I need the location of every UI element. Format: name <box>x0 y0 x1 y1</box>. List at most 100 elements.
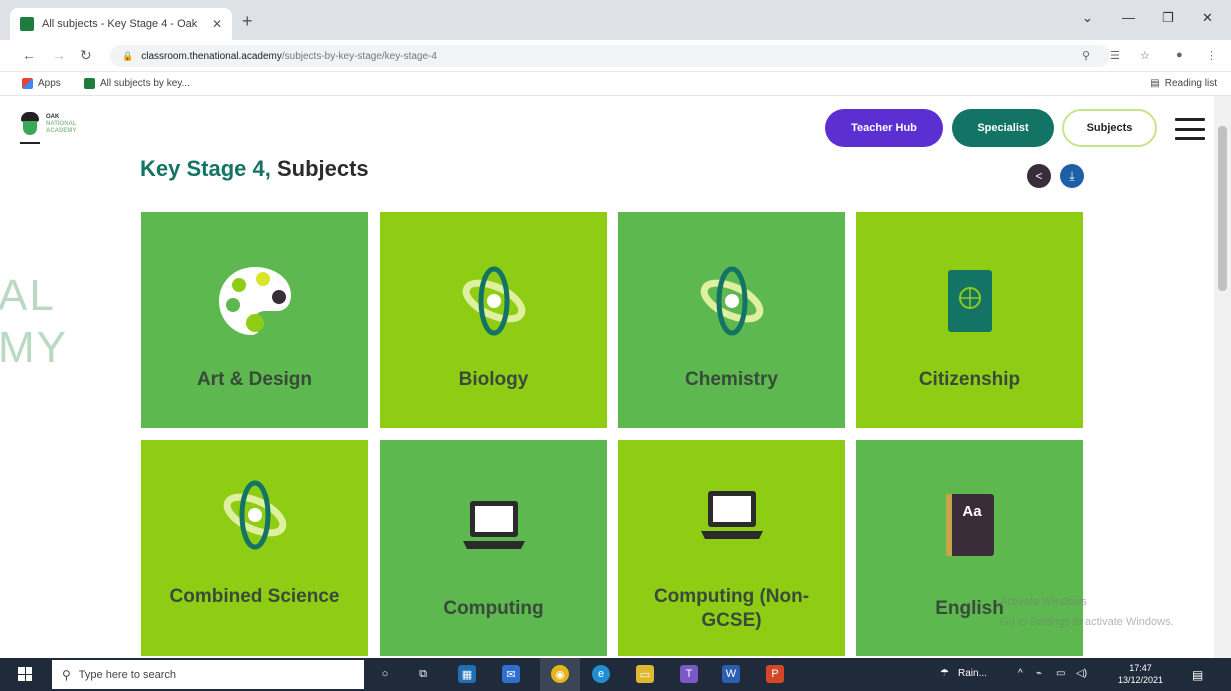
apps-grid-icon <box>22 78 33 89</box>
bookmark-star-icon[interactable]: ☆ <box>1140 49 1150 62</box>
atom-icon <box>687 256 777 346</box>
file-explorer-icon[interactable]: ▭ <box>636 665 654 683</box>
battery-icon[interactable]: ▭ <box>1056 668 1065 679</box>
url-path: /subjects-by-key-stage/key-stage-4 <box>281 50 437 62</box>
subject-tile-biology[interactable]: Biology <box>380 212 607 428</box>
weather-icon[interactable]: ☂ <box>940 668 949 679</box>
dictionary-icon: Aa <box>925 480 1015 570</box>
reader-icon[interactable]: ☰ <box>1110 49 1120 62</box>
scrollbar-thumb[interactable] <box>1218 126 1227 291</box>
subject-label: Combined Science <box>169 586 340 607</box>
url-host: classroom.thenational.academy <box>141 50 282 62</box>
activate-windows-title: Activate Windows <box>1000 596 1087 608</box>
mail-app-icon[interactable]: ✉ <box>502 665 520 683</box>
calculator-app-icon[interactable]: ▦ <box>458 665 476 683</box>
palette-icon <box>210 256 300 346</box>
back-arrow-icon[interactable]: ← <box>22 47 36 63</box>
subject-label: Computing (Non-GCSE) <box>653 586 810 631</box>
reload-icon[interactable]: ↻ <box>80 47 92 64</box>
taskbar-clock[interactable]: 17:47 13/12/2021 <box>1118 662 1163 686</box>
download-icon[interactable]: ⤓ <box>1060 164 1084 188</box>
cortana-icon[interactable]: ○ <box>376 665 394 683</box>
tray-chevron-icon[interactable]: ^ <box>1018 668 1023 679</box>
maximize-button[interactable]: ❐ <box>1162 10 1174 26</box>
subject-tile-art-design[interactable]: Art & Design <box>141 212 368 428</box>
powerpoint-app-icon[interactable]: P <box>766 665 784 683</box>
page-scrollbar[interactable] <box>1214 96 1231 658</box>
clock-time: 17:47 <box>1129 663 1152 673</box>
taskbar-search-input[interactable]: ⚲ Type here to search <box>52 660 364 689</box>
laptop-icon <box>449 480 539 570</box>
oak-logo[interactable]: OAK NATIONAL ACADEMY <box>18 106 98 146</box>
subject-tile-combined-science[interactable]: Combined Science <box>141 440 368 656</box>
atom-icon <box>449 256 539 346</box>
laptop-icon <box>687 470 777 560</box>
specialist-button[interactable]: Specialist <box>952 109 1054 147</box>
tab-title: All subjects - Key Stage 4 - Oak <box>42 18 198 30</box>
subject-tile-citizenship[interactable]: Citizenship <box>856 212 1083 428</box>
reading-list-icon: ▤ <box>1150 78 1160 89</box>
chrome-app-icon[interactable]: ◉ <box>551 665 569 683</box>
site-favicon-icon <box>84 78 95 89</box>
close-window-button[interactable]: ✕ <box>1202 10 1213 26</box>
browser-tab-strip: All subjects - Key Stage 4 - Oak ✕ + ⌄ —… <box>0 0 1231 40</box>
subject-label: Art & Design <box>196 369 313 390</box>
browser-tab[interactable]: All subjects - Key Stage 4 - Oak ✕ <box>10 8 232 40</box>
svg-text:Aa: Aa <box>962 503 982 520</box>
bookmark-label: Apps <box>38 78 61 89</box>
site-favicon-icon <box>20 17 34 31</box>
profile-icon[interactable]: ● <box>1176 49 1183 61</box>
teacher-hub-button[interactable]: Teacher Hub <box>825 109 943 147</box>
windows-start-icon[interactable] <box>18 667 32 681</box>
background-logo-text: AL MY <box>0 270 68 374</box>
reading-list-button[interactable]: ▤ Reading list <box>1150 78 1217 89</box>
notifications-icon[interactable]: ▤ <box>1192 668 1203 682</box>
logo-underline <box>20 142 40 144</box>
forward-arrow-icon[interactable]: → <box>52 47 66 63</box>
network-icon[interactable]: ⌁ <box>1036 668 1042 679</box>
activate-windows-watermark: Activate Windows Go to Settings to activ… <box>1000 592 1174 632</box>
volume-icon[interactable]: ◁) <box>1076 668 1087 679</box>
bookmarks-bar: Apps All subjects by key... ▤ Reading li… <box>0 72 1231 96</box>
minimize-button[interactable]: — <box>1122 10 1135 25</box>
subject-label: Citizenship <box>918 369 1021 390</box>
windows-taskbar: ⚲ Type here to search ○ ⧉ ▦ ✉ ◉ e ▭ T W … <box>0 658 1231 691</box>
tab-search-icon[interactable]: ⌄ <box>1082 10 1093 26</box>
teams-app-icon[interactable]: T <box>680 665 698 683</box>
hamburger-menu-icon[interactable] <box>1175 118 1205 140</box>
page-title-keystage: Key Stage 4, <box>140 156 271 181</box>
browser-menu-icon[interactable]: ⋮ <box>1206 49 1217 62</box>
zoom-icon[interactable]: ⚲ <box>1082 49 1090 62</box>
search-icon: ⚲ <box>62 667 71 682</box>
bg-letter-line: AL <box>0 271 56 320</box>
bookmark-apps[interactable]: Apps <box>22 78 61 89</box>
logo-text-top: OAK <box>46 114 60 120</box>
subject-tile-computing-non-gcse[interactable]: Computing (Non-GCSE) <box>618 440 845 656</box>
page-title: Key Stage 4, Subjects <box>140 156 369 182</box>
new-tab-button[interactable]: + <box>242 11 253 32</box>
taskbar-search-placeholder: Type here to search <box>78 668 177 681</box>
subject-tile-computing[interactable]: Computing <box>380 440 607 656</box>
address-bar[interactable]: 🔒 classroom.thenational.academy /subject… <box>110 45 1110 67</box>
weather-label[interactable]: Rain... <box>958 668 987 679</box>
bg-letter-line: MY <box>0 323 68 372</box>
lock-icon: 🔒 <box>122 50 134 61</box>
clock-date: 13/12/2021 <box>1118 675 1164 685</box>
subject-label: Chemistry <box>685 369 778 390</box>
edge-app-icon[interactable]: e <box>592 665 610 683</box>
acorn-body <box>23 121 37 135</box>
passport-icon <box>925 256 1015 346</box>
share-icon[interactable]: < <box>1027 164 1051 188</box>
close-tab-icon[interactable]: ✕ <box>212 17 222 31</box>
bookmark-all-subjects[interactable]: All subjects by key... <box>84 78 190 89</box>
atom-icon <box>210 470 300 560</box>
browser-toolbar: ← → ↻ 🔒 classroom.thenational.academy /s… <box>0 40 1231 72</box>
subjects-button[interactable]: Subjects <box>1062 109 1157 147</box>
word-app-icon[interactable]: W <box>722 665 740 683</box>
bookmark-label: All subjects by key... <box>100 78 190 89</box>
subject-label: Computing <box>443 598 544 619</box>
subject-tile-chemistry[interactable]: Chemistry <box>618 212 845 428</box>
reading-list-label: Reading list <box>1164 78 1217 89</box>
logo-text: OAK NATIONAL ACADEMY <box>46 114 98 135</box>
task-view-icon[interactable]: ⧉ <box>414 665 432 683</box>
